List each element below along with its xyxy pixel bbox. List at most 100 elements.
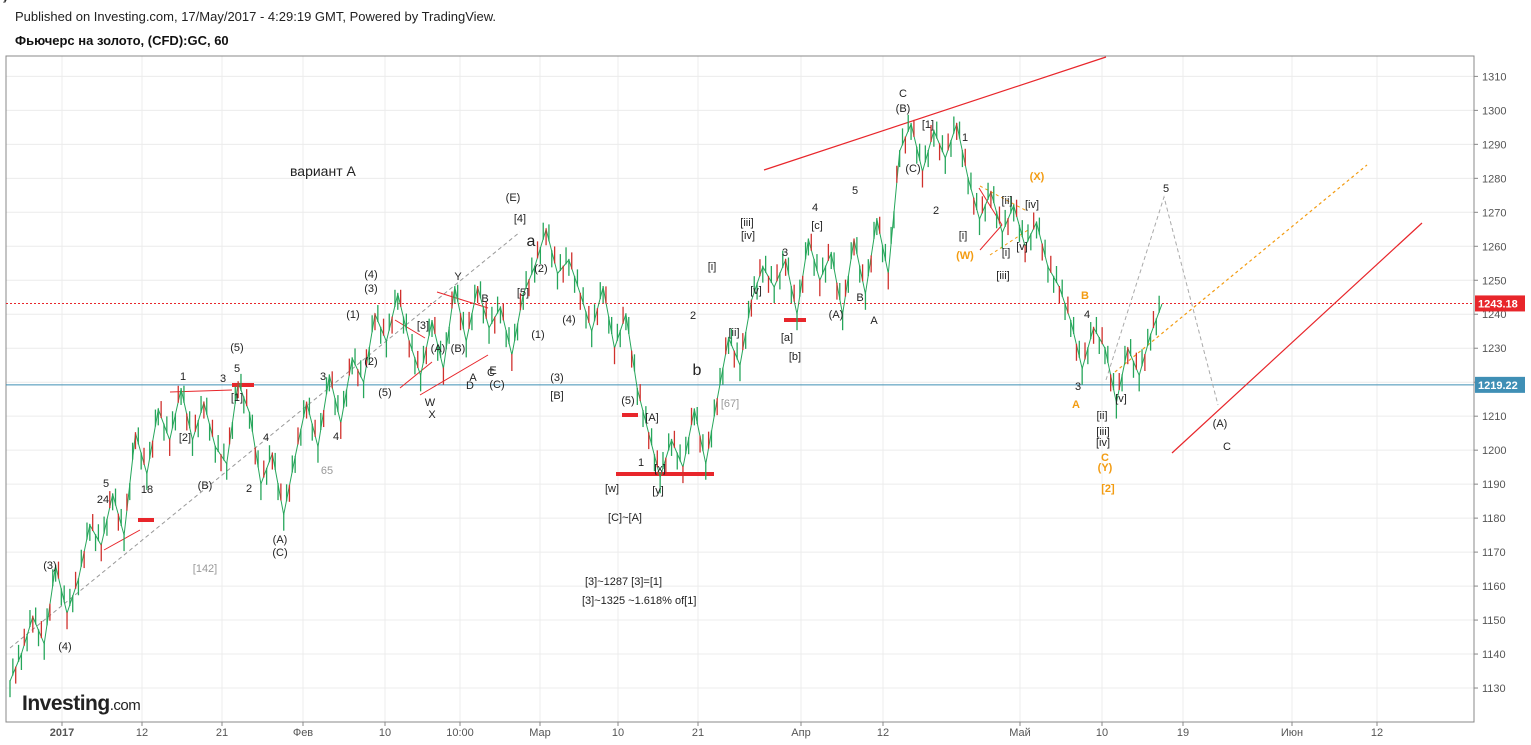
- wave-label: [3]: [417, 320, 429, 332]
- wave-label-orange: (X): [1030, 171, 1045, 183]
- x-tick-label: Июн: [1281, 727, 1303, 739]
- wave-label: B: [481, 293, 488, 305]
- wave-label: (3): [364, 283, 377, 295]
- variant-label: вариант А: [290, 163, 356, 179]
- fib-note-1: [3]~1287 [3]=[1]: [585, 576, 662, 588]
- wave-label: [iv]: [741, 230, 755, 242]
- y-tick-label: 1250: [1482, 275, 1506, 287]
- wave-label: [iv]: [1096, 437, 1110, 449]
- x-tick-label: 21: [692, 727, 704, 739]
- support-marker: [232, 383, 254, 387]
- wave-label: [ii]: [729, 327, 740, 339]
- wave-label: 3: [220, 373, 226, 385]
- wave-label: X: [428, 409, 436, 421]
- investing-logo: Investing.com: [22, 692, 141, 715]
- y-tick-label: 1140: [1482, 649, 1506, 661]
- wave-label: [w]: [605, 483, 619, 495]
- wave-label: (1): [346, 309, 359, 321]
- x-tick-label: 12: [136, 727, 148, 739]
- x-tick-label: 12: [877, 727, 889, 739]
- wave-label: (5): [621, 395, 634, 407]
- wave-label-orange: (W): [956, 250, 974, 262]
- x-tick-label: 10: [1096, 727, 1108, 739]
- plot-frame: [5, 55, 1475, 723]
- wave-label: (A): [1213, 418, 1228, 430]
- wave-label: (2): [364, 356, 377, 368]
- lower-trend-line: [1171, 222, 1423, 454]
- wave-label: 5: [234, 363, 240, 375]
- wave-label: [y]: [652, 485, 664, 497]
- y-tick-label: 1200: [1482, 445, 1506, 457]
- wave-label: 1: [180, 371, 186, 383]
- x-tick-label: Май: [1009, 727, 1031, 739]
- wave-label-grey: [142]: [193, 563, 217, 575]
- y-tick-label: 1280: [1482, 173, 1506, 185]
- time-axis: 2017 12 21 Фев 10 10:00 Мар 10 21 Апр 12 Май 10 19 Июн…: [50, 722, 1383, 739]
- y-tick-label: 1300: [1482, 105, 1506, 117]
- x-tick-label: 10: [379, 727, 391, 739]
- wave-label-orange: A: [1072, 399, 1080, 411]
- wave-label: 5: [852, 185, 858, 197]
- wave-label-grey: [67]: [721, 398, 739, 410]
- wave-label: (3): [550, 372, 563, 384]
- wave-label: (C): [905, 163, 920, 175]
- wave-label: 2: [933, 205, 939, 217]
- wave-label: C: [1223, 441, 1231, 453]
- y-tick-label: 1310: [1482, 71, 1506, 83]
- wave-label: [i]: [1002, 247, 1011, 259]
- wave-label: (4): [58, 641, 71, 653]
- red-bracket-line: [169, 389, 233, 393]
- y-tick-label: 1190: [1482, 479, 1506, 491]
- wave-label: 3: [782, 247, 788, 259]
- x-tick-label: 19: [1177, 727, 1189, 739]
- wave-label: (4): [364, 269, 377, 281]
- wave-label: [5]: [517, 287, 529, 299]
- wave-label: [A]: [645, 412, 658, 424]
- y-tick-label: 1180: [1482, 513, 1506, 525]
- wave-label: [2]: [179, 432, 191, 444]
- wave-label: 3: [1075, 381, 1081, 393]
- wave-label: [iv]: [1025, 199, 1039, 211]
- x-tick-label: 10: [612, 727, 624, 739]
- red-bracket-line: [419, 354, 489, 396]
- support-marker: [622, 413, 638, 417]
- wave-label: 4: [1084, 309, 1090, 321]
- x-tick-label: 10:00: [446, 727, 474, 739]
- wave-label: (5): [230, 342, 243, 354]
- x-tick-label: 21: [216, 727, 228, 739]
- x-tick-label: 12: [1371, 727, 1383, 739]
- wave-label: W: [425, 397, 436, 409]
- wave-label: [a]: [781, 332, 793, 344]
- wave-label: (A): [829, 309, 844, 321]
- wave-label: (C): [489, 379, 504, 391]
- wave-label: [i]: [708, 261, 717, 273]
- y-tick-label: 1270: [1482, 207, 1506, 219]
- wave-label: 4: [812, 202, 818, 214]
- wave-label: (5): [378, 387, 391, 399]
- y-tick-label: 1290: [1482, 139, 1506, 151]
- wave-label: [iii]: [740, 217, 753, 229]
- wave-label: [4]: [514, 213, 526, 225]
- wave-label-grey: 65: [321, 465, 333, 477]
- wave-label-orange: [2]: [1101, 483, 1115, 495]
- wave-label: (A): [273, 534, 288, 546]
- wave-label: a: [527, 233, 536, 250]
- wave-label: (B): [896, 103, 911, 115]
- support-marker: [138, 518, 154, 522]
- wave-label: 3: [320, 371, 326, 383]
- wave-label: (E): [506, 192, 521, 204]
- x-tick-label: Мар: [529, 727, 551, 739]
- y-tick-label: 1150: [1482, 615, 1506, 627]
- wave-label: (A): [431, 343, 446, 355]
- wave-label: [1]: [922, 119, 934, 131]
- fib-note-2: [3]~1325 ~1.618% of[1]: [582, 595, 696, 607]
- wave-label: (1): [531, 329, 544, 341]
- x-tick-label: 2017: [50, 727, 74, 739]
- wave-label: [iii]: [996, 270, 1009, 282]
- wave-label: 5: [1163, 183, 1169, 195]
- wave-label: 2: [690, 310, 696, 322]
- wave-label: B: [856, 292, 863, 304]
- wave-label: [B]: [550, 390, 563, 402]
- y-tick-label: 1230: [1482, 343, 1506, 355]
- price-chart[interactable]: 1130114011501160117011801190120012101220…: [0, 0, 1531, 745]
